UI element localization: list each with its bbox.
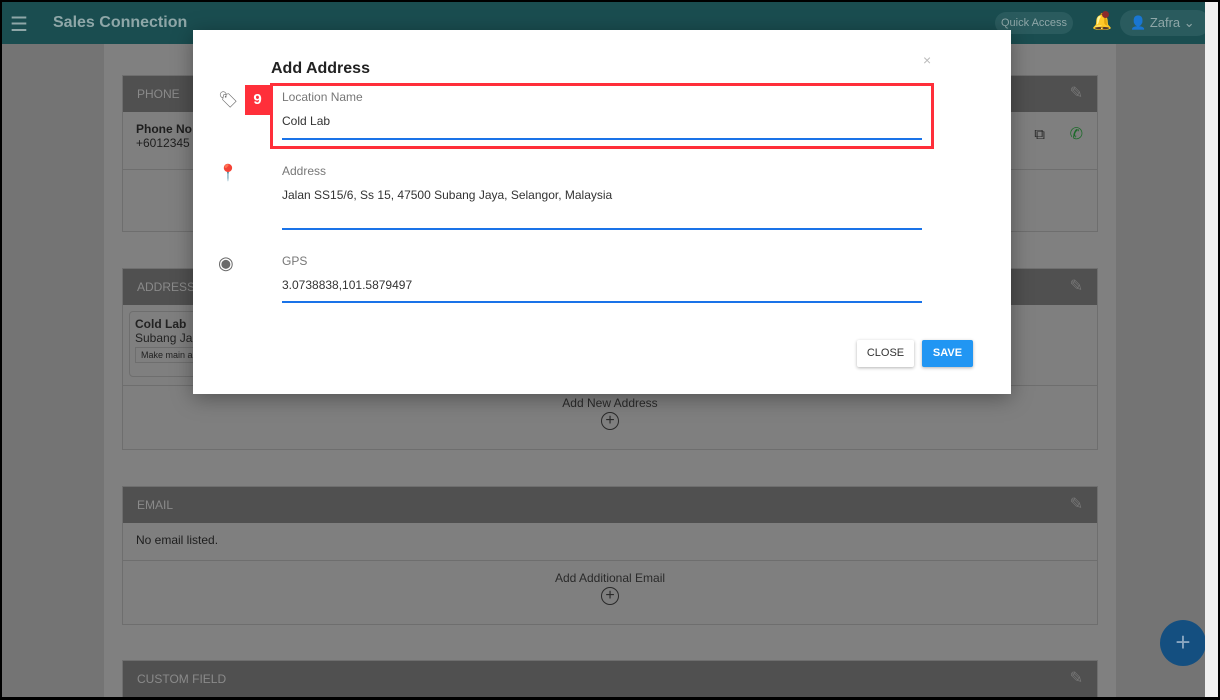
no-email-text: No email listed. [136, 533, 219, 547]
gps-value: 3.0738838,101.5879497 [282, 278, 413, 292]
address-field[interactable]: Address Jalan SS15/6, Ss 15, 47500 Suban… [282, 164, 922, 230]
location-pin-icon: 📍 [218, 165, 238, 182]
app-title: Sales Connection [53, 14, 188, 31]
input-underline [282, 228, 922, 230]
edit-pencil-icon[interactable]: ✎ [1070, 269, 1083, 305]
plus-circle-icon: + [601, 587, 619, 605]
phone-value: +6012345 [136, 136, 190, 150]
custom-field-card: CUSTOM FIELD ✎ [122, 660, 1098, 697]
make-main-button[interactable]: Make main a [135, 347, 199, 363]
notification-bell-icon[interactable]: 🔔 [1092, 11, 1112, 32]
address-value: Jalan SS15/6, Ss 15, 47500 Subang Jaya, … [282, 188, 613, 202]
user-menu[interactable]: 👤 Zafra ⌄ [1120, 10, 1210, 36]
address-line: Subang Ja [135, 331, 193, 345]
gps-field[interactable]: GPS 3.0738838,101.5879497 [282, 254, 922, 303]
add-fab-button[interactable]: + [1160, 620, 1206, 666]
edit-pencil-icon[interactable]: ✎ [1070, 487, 1083, 523]
scrollbar[interactable] [1205, 2, 1218, 697]
input-underline [282, 301, 922, 303]
add-address-dialog: Add Address × 🏷 Location Name Cold Lab 9… [193, 30, 1011, 394]
gps-label: GPS [282, 254, 308, 268]
annotation-badge: 9 [245, 85, 270, 115]
email-header: EMAIL [137, 498, 174, 512]
plus-circle-icon: + [601, 412, 619, 430]
email-card: EMAIL ✎ No email listed. Add Additional E… [122, 486, 1098, 625]
add-email-button[interactable]: Add Additional Email + [123, 560, 1097, 624]
custom-field-header: CUSTOM FIELD [137, 672, 227, 686]
dialog-title: Add Address [271, 60, 370, 77]
phone-label: Phone No [136, 122, 192, 136]
address-name: Cold Lab [135, 317, 187, 331]
add-address-button[interactable]: Add New Address + [123, 385, 1097, 450]
add-address-label: Add New Address [562, 396, 658, 410]
user-name: Zafra [1149, 15, 1181, 30]
close-button[interactable]: CLOSE [857, 340, 914, 367]
notification-dot [1102, 11, 1109, 18]
save-button[interactable]: SAVE [922, 340, 973, 367]
edit-pencil-icon[interactable]: ✎ [1070, 661, 1083, 697]
label-tag-icon: 🏷 [218, 92, 239, 109]
copy-icon[interactable]: ⧉ [1034, 126, 1045, 143]
phone-header: PHONE [137, 87, 180, 101]
hamburger-menu-icon[interactable]: ☰ [10, 12, 28, 37]
highlight-box [270, 83, 934, 149]
address-header: ADDRESS [137, 280, 196, 294]
address-label: Address [282, 164, 327, 178]
gps-crosshair-icon: ◉ [218, 253, 234, 273]
add-email-label: Add Additional Email [554, 571, 666, 585]
user-icon: 👤 [1130, 15, 1150, 30]
close-x-icon[interactable]: × [923, 52, 931, 68]
whatsapp-icon[interactable]: ✆ [1070, 124, 1083, 144]
edit-pencil-icon[interactable]: ✎ [1070, 76, 1083, 112]
